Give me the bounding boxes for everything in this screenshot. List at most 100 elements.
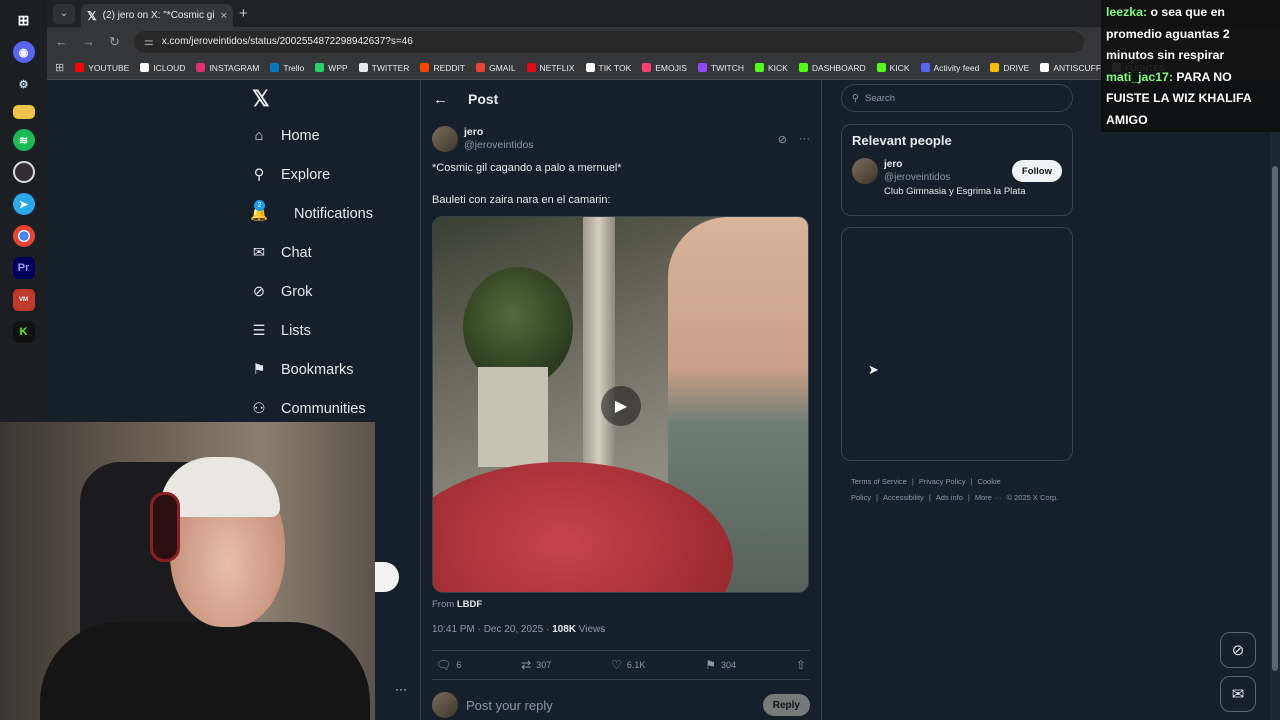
column-divider-right: [821, 80, 822, 720]
bookmark-count: 304: [721, 660, 737, 670]
discord-icon[interactable]: ◉: [12, 41, 35, 63]
person-name[interactable]: jero: [884, 158, 1006, 171]
reload-icon[interactable]: ↻: [109, 34, 120, 50]
sidebar-item-grok[interactable]: ⊘ Grok: [250, 272, 410, 311]
left-navigation: 𝕏 ⌂ Home ⚲ Explore 🔔 2 Notifications ✉ Chat ⊘ Grok…: [250, 86, 410, 428]
video-player[interactable]: ▶: [432, 216, 809, 593]
video-frame-pot: [478, 367, 548, 467]
bookmark-item[interactable]: DRIVE: [990, 63, 1029, 73]
bookmark-item[interactable]: TIK TOK: [585, 62, 632, 73]
active-tab[interactable]: 𝕏 (2) jero on X: "*Cosmic gil caga ×: [81, 4, 233, 27]
reply-button[interactable]: Reply: [762, 694, 810, 716]
bookmark-favicon-icon: [420, 63, 430, 72]
post-time[interactable]: 10:41 PM · Dec 20, 2025 ·: [432, 624, 552, 635]
bookmark-item[interactable]: DASHBOARD: [798, 63, 866, 73]
address-bar[interactable]: ⚌ x.com/jeroveintidos/status/20025548722…: [133, 30, 1084, 53]
footer-link[interactable]: More ···: [975, 493, 1002, 502]
sidebar-item-bookmarks[interactable]: ⚑ Bookmarks: [250, 350, 410, 389]
bookmark-item[interactable]: NETFLIX: [526, 63, 575, 73]
sidebar-item-notifications[interactable]: 🔔 2 Notifications: [250, 194, 410, 233]
repost-action[interactable]: ⇄ 307: [521, 658, 551, 672]
back-arrow-icon[interactable]: ←: [55, 34, 68, 49]
bookmark-label: TIK TOK: [598, 62, 632, 73]
bookmark-item[interactable]: YOUTUBE: [75, 63, 129, 73]
webcam-overlay: [0, 422, 375, 720]
avatar[interactable]: [852, 158, 878, 184]
obs-icon[interactable]: [12, 161, 35, 183]
notification-badge: 2: [254, 200, 265, 211]
share-icon: ⇧: [795, 658, 806, 672]
address-row: ← → ↻ ⚌ x.com/jeroveintidos/status/20025…: [47, 27, 1280, 56]
browser-chrome: ⌄ 𝕏 (2) jero on X: "*Cosmic gil caga × +…: [47, 0, 1280, 80]
site-info-icon[interactable]: ⚌: [144, 35, 154, 48]
x-logo-icon[interactable]: 𝕏: [252, 86, 410, 116]
footer-link[interactable]: © 2025 X Corp.: [1007, 493, 1059, 502]
tab-close-icon[interactable]: ×: [221, 10, 227, 22]
relevant-people-title: Relevant people: [852, 133, 952, 148]
sidebar-item-chat[interactable]: ✉ Chat: [250, 233, 410, 272]
page-scrollbar[interactable]: [1270, 80, 1280, 720]
bookmark-item[interactable]: EMOJIS: [642, 63, 687, 73]
messages-float-button[interactable]: ✉: [1220, 676, 1256, 712]
grok-float-button[interactable]: ⊘: [1220, 632, 1256, 668]
bookmark-favicon-icon: [476, 63, 486, 72]
bookmark-item[interactable]: INSTAGRAM: [196, 63, 259, 73]
footer-link[interactable]: Privacy Policy: [919, 477, 966, 486]
bookmarks-icon: ⚑: [252, 361, 266, 378]
bookmark-item[interactable]: ANTISCUFF: [1040, 63, 1101, 73]
chrome-icon[interactable]: [12, 225, 35, 247]
windows-start-icon[interactable]: ⊞: [13, 9, 35, 31]
scrollbar-thumb[interactable]: [1272, 166, 1278, 671]
bookmark-item[interactable]: KICK: [754, 63, 788, 73]
new-tab-button[interactable]: +: [239, 5, 248, 22]
follow-button[interactable]: Follow: [1011, 160, 1062, 182]
bookmark-favicon-icon: [585, 63, 595, 72]
steam-icon[interactable]: ⚙: [13, 73, 35, 95]
file-explorer-icon[interactable]: [12, 105, 35, 119]
kick-icon[interactable]: K: [12, 321, 35, 343]
bookmark-item[interactable]: GMAIL: [476, 63, 516, 73]
telegram-icon[interactable]: ➤: [12, 193, 35, 215]
search-input[interactable]: ⚲ Search: [841, 84, 1073, 112]
bookmark-item[interactable]: Activity feed: [920, 62, 980, 73]
bookmark-item[interactable]: REDDIT: [420, 63, 465, 73]
footer-link[interactable]: Ads info: [936, 493, 963, 502]
from-source-link[interactable]: LBDF: [457, 599, 482, 610]
bookmark-item[interactable]: KICK: [876, 63, 910, 73]
author-handle[interactable]: @jeroveintidos: [464, 139, 772, 152]
footer-link[interactable]: Terms of Service: [851, 477, 907, 486]
grok-icon[interactable]: ⊘: [778, 133, 787, 146]
bookmark-item[interactable]: TWITTER: [358, 63, 409, 73]
reply-input[interactable]: Post your reply: [466, 698, 755, 713]
like-action[interactable]: ♡ 6.1K: [611, 658, 645, 672]
bookmark-item[interactable]: Trello: [270, 63, 304, 73]
more-options-icon[interactable]: ···: [799, 133, 810, 146]
tab-search-button[interactable]: ⌄: [53, 3, 75, 24]
repost-count: 307: [536, 660, 552, 670]
reply-action[interactable]: 🗨 6: [436, 658, 461, 672]
sidebar-item-explore[interactable]: ⚲ Explore: [250, 155, 410, 194]
bookmark-label: REDDIT: [433, 62, 466, 73]
author-name[interactable]: jero: [464, 126, 772, 139]
person-handle[interactable]: @jeroveintidos: [884, 171, 1006, 184]
apps-grid-icon[interactable]: ⊞: [55, 61, 64, 74]
premiere-icon[interactable]: Pr: [12, 257, 35, 279]
account-more-icon[interactable]: ···: [395, 682, 407, 696]
bookmark-item[interactable]: WPP: [315, 63, 348, 73]
forward-arrow-icon[interactable]: →: [82, 34, 95, 49]
bookmark-favicon-icon: [315, 63, 325, 72]
spotify-icon[interactable]: ≋: [12, 129, 35, 151]
share-action[interactable]: ⇧: [796, 658, 806, 672]
back-arrow-icon[interactable]: ←: [433, 91, 448, 108]
footer-link[interactable]: Accessibility: [883, 493, 924, 502]
bookmark-item[interactable]: TWITCH: [697, 63, 744, 73]
bookmark-item[interactable]: ICLOUD: [140, 63, 185, 73]
play-icon[interactable]: ▶: [601, 386, 641, 426]
sidebar-item-lists[interactable]: ☰ Lists: [250, 311, 410, 350]
lists-icon: ☰: [252, 322, 266, 339]
bookmark-label: Activity feed: [933, 62, 980, 73]
voicemeeter-icon[interactable]: VM: [12, 289, 35, 311]
avatar[interactable]: [432, 126, 458, 152]
sidebar-item-home[interactable]: ⌂ Home: [250, 116, 410, 155]
bookmark-action[interactable]: ⚑ 304: [705, 658, 736, 672]
